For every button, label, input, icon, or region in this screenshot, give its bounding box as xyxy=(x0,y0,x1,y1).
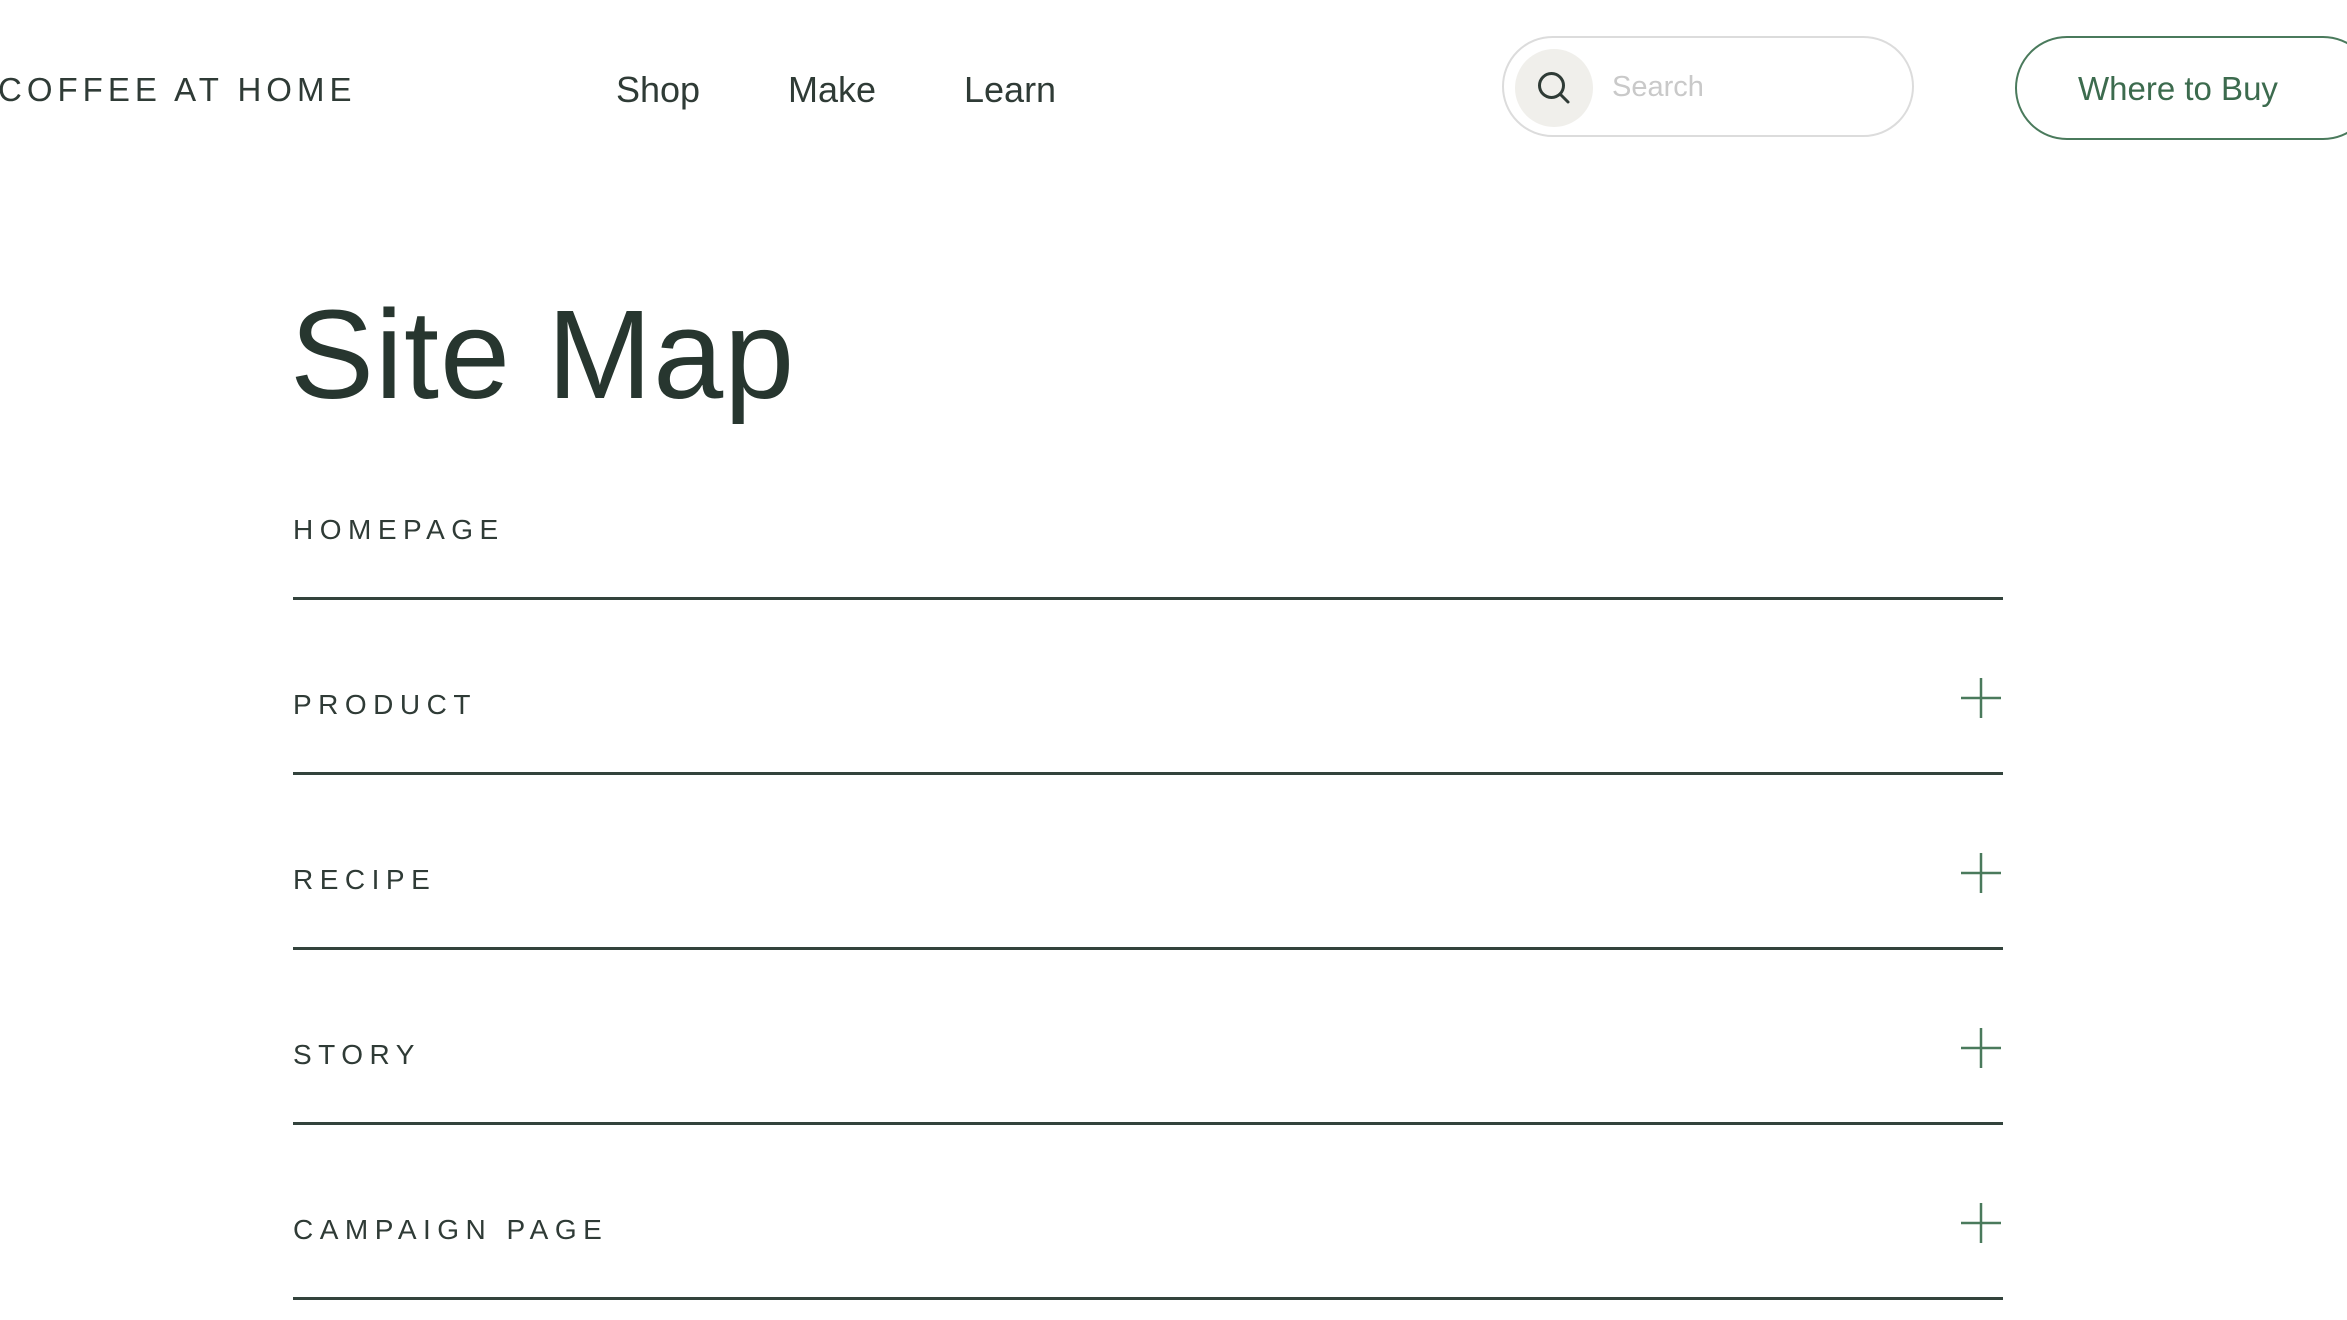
search-button[interactable] xyxy=(1515,49,1593,127)
nav-item-make[interactable]: Make xyxy=(788,66,876,114)
section-homepage[interactable]: HOMEPAGE xyxy=(293,425,2003,600)
section-recipe[interactable]: RECIPE xyxy=(293,775,2003,950)
section-story[interactable]: STORY xyxy=(293,950,2003,1125)
plus-icon[interactable] xyxy=(1960,1027,2002,1069)
plus-icon[interactable] xyxy=(1960,677,2002,719)
site-map-sections: HOMEPAGE PRODUCT RECIPE STORY CAMPAIGN P… xyxy=(293,425,2003,1300)
section-campaign-page[interactable]: CAMPAIGN PAGE xyxy=(293,1125,2003,1300)
section-label: STORY xyxy=(293,1039,421,1070)
nav-item-shop[interactable]: Shop xyxy=(616,66,700,114)
where-to-buy-button[interactable]: Where to Buy xyxy=(2015,36,2347,140)
section-product[interactable]: PRODUCT xyxy=(293,600,2003,775)
logo-link[interactable]: COFFEE AT HOME xyxy=(0,70,356,110)
plus-icon[interactable] xyxy=(1960,852,2002,894)
plus-icon[interactable] xyxy=(1960,1202,2002,1244)
section-label: CAMPAIGN PAGE xyxy=(293,1214,609,1245)
page-title: Site Map xyxy=(290,284,796,425)
search-box xyxy=(1502,36,1914,137)
section-label: PRODUCT xyxy=(293,689,477,720)
search-input[interactable] xyxy=(1612,62,1892,112)
search-icon xyxy=(1538,72,1570,104)
section-label: RECIPE xyxy=(293,864,437,895)
divider xyxy=(293,1297,2003,1300)
section-label: HOMEPAGE xyxy=(293,514,505,545)
nav-item-learn[interactable]: Learn xyxy=(964,66,1056,114)
page: COFFEE AT HOME Shop Make Learn Where to … xyxy=(0,0,2347,1320)
